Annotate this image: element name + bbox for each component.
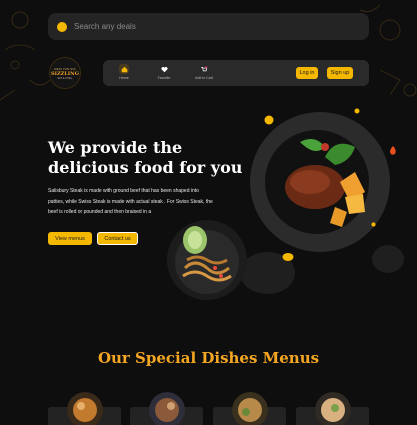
home-icon [119,64,129,74]
dish-image [315,392,351,425]
hero-title: We provide the delicious food for you [48,138,258,178]
login-button[interactable]: Log in [296,67,318,79]
heart-icon [159,64,169,74]
lemon-icon [282,253,294,261]
dish-image [232,392,268,425]
nav-label-cart: Add to Cart [195,76,213,80]
logo-line-3: EAT & CHILL [57,76,73,80]
dot-icon [371,222,376,227]
restaurant-logo[interactable]: DESI TAS SIS SIZZLING EAT & CHILL [49,57,81,89]
noodles-plate-image [167,220,247,300]
search-icon [57,21,67,32]
special-dishes-title: Our Special Dishes Menus [97,349,320,367]
nav-label-favorite: Favorite [157,76,171,80]
fire-icon [390,146,396,155]
dish-image [149,392,185,425]
search-input[interactable] [74,22,354,31]
hero-description: Salisbury Steak is made with ground beef… [48,188,213,215]
cart-icon [199,64,209,74]
nav-label-home: Home [119,76,129,80]
nav-item-home[interactable]: Home [109,64,139,80]
emoji-icon [264,115,274,125]
nav-item-cart[interactable]: Add to Cart [189,64,219,80]
hero-title-line-1: We provide the [48,138,183,157]
hero-title-line-2: delicious food for you [48,158,243,177]
view-menus-button[interactable]: View menus [48,232,92,245]
steak-plate-image [250,112,390,252]
contact-us-button[interactable]: Contact us [97,232,138,245]
signup-button[interactable]: Sign up [327,67,353,79]
nav-item-favorite[interactable]: Favorite [149,64,179,80]
dot-icon [354,108,360,114]
search-bar[interactable] [48,13,369,40]
dish-image [67,392,103,425]
